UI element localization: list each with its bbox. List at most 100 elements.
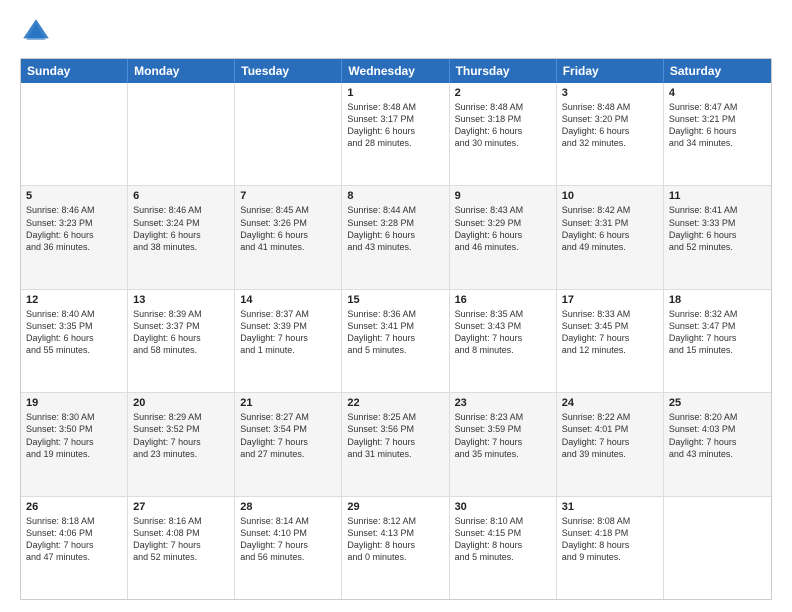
cell-info: Sunrise: 8:10 AM Sunset: 4:15 PM Dayligh… [455,515,551,564]
cell-info: Sunrise: 8:12 AM Sunset: 4:13 PM Dayligh… [347,515,443,564]
weekday-header-monday: Monday [128,59,235,83]
calendar-cell: 21 Sunrise: 8:27 AM Sunset: 3:54 PM Dayli… [235,393,342,495]
calendar-cell [128,83,235,185]
cell-info: Sunrise: 8:40 AM Sunset: 3:35 PM Dayligh… [26,308,122,357]
cell-info: Sunrise: 8:48 AM Sunset: 3:17 PM Dayligh… [347,101,443,150]
day-number: 16 [455,294,551,306]
weekday-header-friday: Friday [557,59,664,83]
calendar-cell: 23 Sunrise: 8:23 AM Sunset: 3:59 PM Dayli… [450,393,557,495]
calendar: SundayMondayTuesdayWednesdayThursdayFrid… [20,58,772,600]
day-number: 14 [240,294,336,306]
logo [20,16,56,48]
calendar-cell: 9Sunrise: 8:43 AM Sunset: 3:29 PM Daylig… [450,186,557,288]
cell-info: Sunrise: 8:29 AM Sunset: 3:52 PM Dayligh… [133,411,229,460]
logo-icon [20,16,52,48]
cell-info: Sunrise: 8:46 AM Sunset: 3:23 PM Dayligh… [26,204,122,253]
cell-info: Sunrise: 8:36 AM Sunset: 3:41 PM Dayligh… [347,308,443,357]
cell-info: Sunrise: 8:39 AM Sunset: 3:37 PM Dayligh… [133,308,229,357]
cell-info: Sunrise: 8:33 AM Sunset: 3:45 PM Dayligh… [562,308,658,357]
day-number: 8 [347,190,443,202]
calendar-row-4: 26 Sunrise: 8:18 AM Sunset: 4:06 PM Dayli… [21,497,771,599]
calendar-cell: 7 Sunrise: 8:45 AM Sunset: 3:26 PM Daylig… [235,186,342,288]
calendar-row-1: 5 Sunrise: 8:46 AM Sunset: 3:23 PM Daylig… [21,186,771,289]
calendar-cell: 26 Sunrise: 8:18 AM Sunset: 4:06 PM Dayli… [21,497,128,599]
weekday-header-thursday: Thursday [450,59,557,83]
calendar-cell: 24Sunrise: 8:22 AM Sunset: 4:01 PM Dayli… [557,393,664,495]
calendar-cell: 5 Sunrise: 8:46 AM Sunset: 3:23 PM Daylig… [21,186,128,288]
cell-info: Sunrise: 8:30 AM Sunset: 3:50 PM Dayligh… [26,411,122,460]
calendar-cell: 15Sunrise: 8:36 AM Sunset: 3:41 PM Dayli… [342,290,449,392]
cell-info: Sunrise: 8:46 AM Sunset: 3:24 PM Dayligh… [133,204,229,253]
day-number: 23 [455,397,551,409]
calendar-cell: 4Sunrise: 8:47 AM Sunset: 3:21 PM Daylig… [664,83,771,185]
cell-info: Sunrise: 8:37 AM Sunset: 3:39 PM Dayligh… [240,308,336,357]
day-number: 13 [133,294,229,306]
cell-info: Sunrise: 8:44 AM Sunset: 3:28 PM Dayligh… [347,204,443,253]
day-number: 19 [26,397,122,409]
cell-info: Sunrise: 8:42 AM Sunset: 3:31 PM Dayligh… [562,204,658,253]
day-number: 5 [26,190,122,202]
header [20,16,772,48]
day-number: 18 [669,294,766,306]
calendar-cell: 16 Sunrise: 8:35 AM Sunset: 3:43 PM Dayli… [450,290,557,392]
cell-info: Sunrise: 8:27 AM Sunset: 3:54 PM Dayligh… [240,411,336,460]
page: SundayMondayTuesdayWednesdayThursdayFrid… [0,0,792,612]
weekday-header-tuesday: Tuesday [235,59,342,83]
calendar-cell: 28 Sunrise: 8:14 AM Sunset: 4:10 PM Dayli… [235,497,342,599]
calendar-cell: 19 Sunrise: 8:30 AM Sunset: 3:50 PM Dayli… [21,393,128,495]
calendar-cell [664,497,771,599]
cell-info: Sunrise: 8:45 AM Sunset: 3:26 PM Dayligh… [240,204,336,253]
calendar-cell: 8 Sunrise: 8:44 AM Sunset: 3:28 PM Daylig… [342,186,449,288]
calendar-cell: 17 Sunrise: 8:33 AM Sunset: 3:45 PM Dayli… [557,290,664,392]
calendar-row-0: 1 Sunrise: 8:48 AM Sunset: 3:17 PM Daylig… [21,83,771,186]
cell-info: Sunrise: 8:22 AM Sunset: 4:01 PM Dayligh… [562,411,658,460]
day-number: 29 [347,501,443,513]
day-number: 26 [26,501,122,513]
calendar-cell: 27Sunrise: 8:16 AM Sunset: 4:08 PM Dayli… [128,497,235,599]
calendar-cell: 18 Sunrise: 8:32 AM Sunset: 3:47 PM Dayli… [664,290,771,392]
calendar-cell: 11 Sunrise: 8:41 AM Sunset: 3:33 PM Dayli… [664,186,771,288]
day-number: 30 [455,501,551,513]
cell-info: Sunrise: 8:14 AM Sunset: 4:10 PM Dayligh… [240,515,336,564]
calendar-cell: 12 Sunrise: 8:40 AM Sunset: 3:35 PM Dayli… [21,290,128,392]
cell-info: Sunrise: 8:48 AM Sunset: 3:20 PM Dayligh… [562,101,658,150]
day-number: 10 [562,190,658,202]
day-number: 21 [240,397,336,409]
cell-info: Sunrise: 8:20 AM Sunset: 4:03 PM Dayligh… [669,411,766,460]
calendar-cell: 2Sunrise: 8:48 AM Sunset: 3:18 PM Daylig… [450,83,557,185]
cell-info: Sunrise: 8:08 AM Sunset: 4:18 PM Dayligh… [562,515,658,564]
calendar-cell: 22 Sunrise: 8:25 AM Sunset: 3:56 PM Dayli… [342,393,449,495]
cell-info: Sunrise: 8:23 AM Sunset: 3:59 PM Dayligh… [455,411,551,460]
day-number: 12 [26,294,122,306]
day-number: 6 [133,190,229,202]
day-number: 1 [347,87,443,99]
day-number: 28 [240,501,336,513]
day-number: 11 [669,190,766,202]
day-number: 25 [669,397,766,409]
calendar-cell [235,83,342,185]
calendar-row-3: 19 Sunrise: 8:30 AM Sunset: 3:50 PM Dayli… [21,393,771,496]
calendar-cell: 1 Sunrise: 8:48 AM Sunset: 3:17 PM Daylig… [342,83,449,185]
day-number: 22 [347,397,443,409]
day-number: 17 [562,294,658,306]
weekday-header-saturday: Saturday [664,59,771,83]
calendar-cell: 6 Sunrise: 8:46 AM Sunset: 3:24 PM Daylig… [128,186,235,288]
day-number: 7 [240,190,336,202]
calendar-cell: 20Sunrise: 8:29 AM Sunset: 3:52 PM Dayli… [128,393,235,495]
calendar-cell: 13 Sunrise: 8:39 AM Sunset: 3:37 PM Dayli… [128,290,235,392]
calendar-body: 1 Sunrise: 8:48 AM Sunset: 3:17 PM Daylig… [21,83,771,599]
cell-info: Sunrise: 8:41 AM Sunset: 3:33 PM Dayligh… [669,204,766,253]
cell-info: Sunrise: 8:35 AM Sunset: 3:43 PM Dayligh… [455,308,551,357]
day-number: 2 [455,87,551,99]
calendar-cell: 29 Sunrise: 8:12 AM Sunset: 4:13 PM Dayli… [342,497,449,599]
cell-info: Sunrise: 8:32 AM Sunset: 3:47 PM Dayligh… [669,308,766,357]
day-number: 3 [562,87,658,99]
cell-info: Sunrise: 8:43 AM Sunset: 3:29 PM Dayligh… [455,204,551,253]
calendar-cell: 14 Sunrise: 8:37 AM Sunset: 3:39 PM Dayli… [235,290,342,392]
calendar-cell [21,83,128,185]
calendar-cell: 25 Sunrise: 8:20 AM Sunset: 4:03 PM Dayli… [664,393,771,495]
weekday-header-sunday: Sunday [21,59,128,83]
cell-info: Sunrise: 8:25 AM Sunset: 3:56 PM Dayligh… [347,411,443,460]
calendar-cell: 31Sunrise: 8:08 AM Sunset: 4:18 PM Dayli… [557,497,664,599]
cell-info: Sunrise: 8:18 AM Sunset: 4:06 PM Dayligh… [26,515,122,564]
